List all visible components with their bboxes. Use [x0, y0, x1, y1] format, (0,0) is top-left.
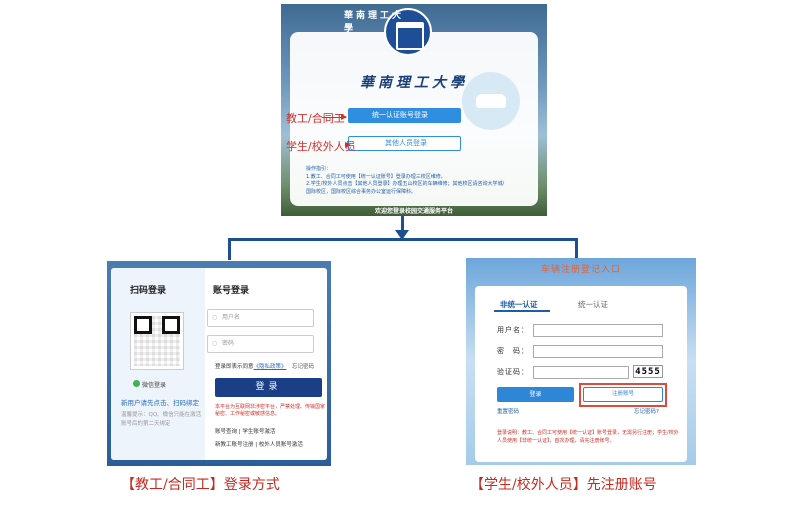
car-icon: [462, 72, 520, 130]
login-button[interactable]: 登录: [215, 378, 322, 397]
other-personnel-login-button[interactable]: 其他人员登录: [348, 136, 461, 151]
operation-instructions: 操作指引： 1.教工、合同工可使用【统一认证账号】登录办理三校区维修。 2.学生…: [306, 166, 505, 195]
tab-non-unified-auth[interactable]: 非统一认证: [500, 299, 538, 310]
caption-student-register: 【学生/校外人员】先注册账号: [470, 477, 657, 493]
arrow-right-icon: [322, 114, 347, 120]
unified-auth-login-button[interactable]: 统一认证账号登录: [348, 108, 461, 123]
welcome-text: 欢迎您登录校园交通服务平台: [374, 208, 453, 215]
wechat-icon: [133, 380, 140, 387]
arrow-right-icon: [345, 142, 351, 148]
active-tab-underline: [494, 310, 550, 312]
qr-tip: 温馨提示：QQ、微信只能在激活账号后的第二天绑定: [121, 412, 202, 427]
forgot-password-link[interactable]: 忘记密码: [292, 362, 314, 370]
account-query-links[interactable]: 账号查询 | 学生账号激活: [215, 427, 275, 435]
captcha-input[interactable]: [533, 366, 629, 379]
forgot-password-link[interactable]: 忘记密码?: [634, 407, 659, 415]
captcha-label: 验证码：: [497, 368, 529, 376]
arrow-down-icon: [395, 230, 409, 240]
connector-left: [228, 238, 231, 260]
password-input[interactable]: 密码: [207, 335, 314, 353]
university-name: 華南理工大學: [360, 75, 468, 91]
reset-password-link[interactable]: 重置密码: [497, 407, 519, 415]
username-input[interactable]: [533, 324, 663, 337]
account-login-title: 账号登录: [213, 286, 250, 296]
username-label: 用户名：: [497, 326, 529, 334]
qr-code-icon[interactable]: [130, 312, 184, 370]
tab-unified-auth[interactable]: 统一认证: [578, 299, 608, 310]
qr-login-title: 扫码登录: [130, 286, 167, 296]
wechat-login-label[interactable]: 微信登录: [142, 380, 166, 389]
logo-text: 華南理工大學: [344, 11, 405, 34]
new-user-bind-link[interactable]: 新用户请先点击、扫码绑定: [121, 397, 199, 407]
agree-prefix: 登录即表示同意: [215, 364, 254, 370]
privacy-agreement: 登录即表示同意《隐私政策》: [215, 362, 287, 370]
password-label: 密 码：: [497, 347, 529, 355]
password-input[interactable]: [533, 345, 663, 358]
login-button[interactable]: 登录: [497, 387, 574, 402]
captcha-image[interactable]: 4555: [633, 365, 663, 378]
connector-right: [575, 238, 578, 258]
security-warning: 本平台为互联网非涉密平台，严禁处理、传输国家秘密、工作秘密或敏感信息。: [215, 404, 326, 417]
username-input[interactable]: 用户名: [207, 309, 314, 327]
label-staff: 教工/合同工: [286, 112, 345, 125]
account-register-links[interactable]: 新教工账号注册 | 校外人员账号激活: [215, 440, 303, 448]
caption-staff-login: 【教工/合同工】登录方式: [121, 477, 280, 493]
register-account-button[interactable]: 注册账号: [583, 387, 663, 402]
privacy-policy-link[interactable]: 《隐私政策》: [254, 364, 287, 370]
registration-title: 车辆注册登记入口: [540, 265, 621, 275]
login-note: 登录说明：教工、合同工可使用【统一认证】账号登录，无需另行注册；学生/校外人员使…: [497, 430, 679, 444]
